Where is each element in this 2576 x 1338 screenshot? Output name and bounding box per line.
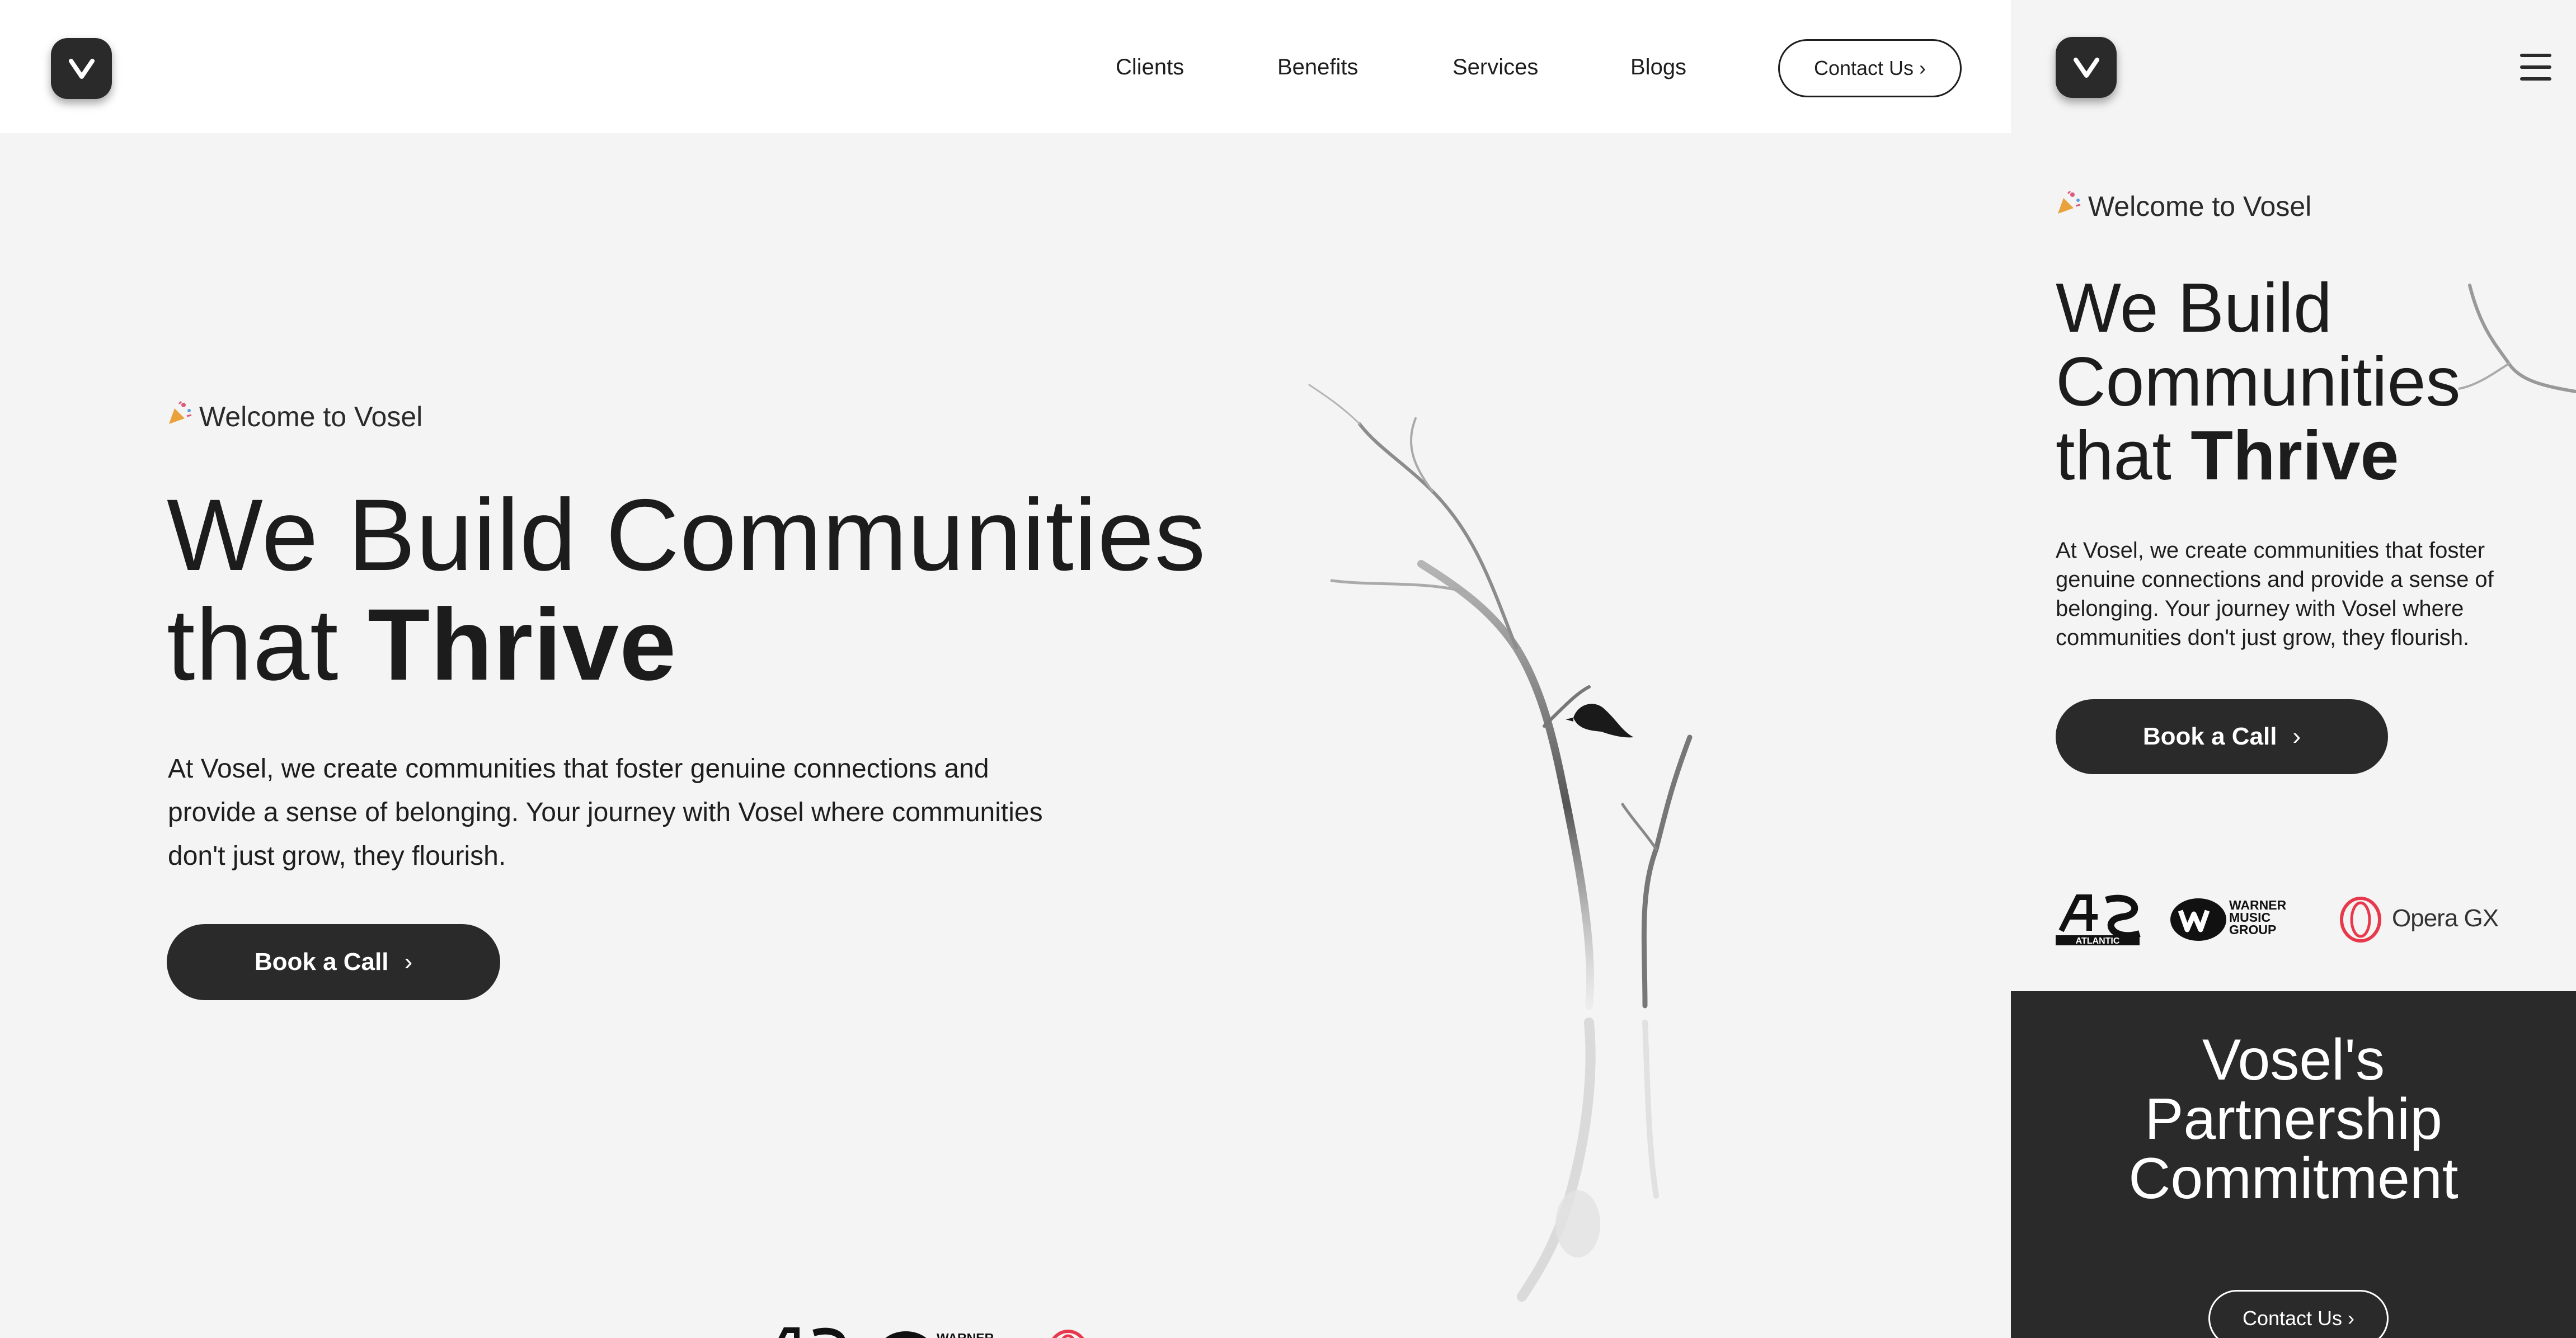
contact-us-label: Contact Us bbox=[2242, 1307, 2343, 1330]
headline-thrive: Thrive bbox=[2190, 417, 2399, 494]
client-logos: ATLANTIC WARNER MUSIC GROUP Opera GX bbox=[778, 1327, 1207, 1338]
hero-description-mobile: At Vosel, we create communities that fos… bbox=[2056, 538, 2494, 650]
chevron-right-icon: › bbox=[2348, 1307, 2355, 1330]
party-popper-icon bbox=[2056, 190, 2081, 223]
nav-link-blogs[interactable]: Blogs bbox=[1630, 55, 1686, 80]
atlantic-logo-text: ATLANTIC bbox=[2076, 936, 2120, 946]
chevron-right-icon: › bbox=[2292, 723, 2301, 750]
vosel-logo-mobile[interactable] bbox=[2056, 37, 2117, 98]
hero-headline: We Build Communities that Thrive bbox=[167, 480, 1206, 699]
headline-line-2: Communities bbox=[2056, 343, 2461, 421]
headline-line-1: We Build bbox=[2056, 270, 2332, 347]
client-logos-mobile: ATLANTIC WARNER MUSIC GROUP Opera GX bbox=[2056, 894, 2499, 946]
atlantic-logo: ATLANTIC bbox=[2056, 894, 2141, 946]
headline-that: that bbox=[2056, 417, 2171, 494]
hero-headline-mobile: We Build Communities that Thrive bbox=[2056, 271, 2461, 493]
branch-illustration bbox=[2459, 284, 2576, 393]
chevron-right-icon: › bbox=[1919, 56, 1926, 79]
atlantic-logo: ATLANTIC bbox=[778, 1327, 845, 1338]
warner-music-group-logo: WARNER MUSIC GROUP bbox=[2170, 898, 2287, 941]
warner-music-group-logo: WARNER MUSIC GROUP bbox=[885, 1331, 994, 1338]
headline-line-1: We Build Communities bbox=[167, 478, 1206, 592]
opera-gx-logo: Opera GX bbox=[2340, 897, 2499, 943]
v-logo-icon bbox=[2073, 57, 2099, 78]
contact-us-button-mobile[interactable]: Contact Us › bbox=[2208, 1290, 2389, 1338]
partnership-title-line-2: Partnership bbox=[2145, 1087, 2442, 1152]
book-a-call-label: Book a Call bbox=[254, 948, 389, 976]
hamburger-icon[interactable] bbox=[2520, 51, 2555, 83]
nav-link-clients[interactable]: Clients bbox=[1116, 55, 1184, 80]
book-a-call-button-mobile[interactable]: Book a Call › bbox=[2056, 699, 2388, 774]
v-logo-icon bbox=[68, 58, 95, 79]
nav-link-benefits[interactable]: Benefits bbox=[1277, 55, 1358, 80]
tree-bird-illustration bbox=[1308, 384, 1693, 1302]
nav-link-services[interactable]: Services bbox=[1452, 55, 1538, 80]
hero-section: Welcome to Vosel We Build Communities th… bbox=[0, 133, 2011, 1338]
mobile-view: Welcome to Vosel We Build Communities th… bbox=[2011, 0, 2576, 1338]
partnership-title-line-1: Vosel's bbox=[2202, 1028, 2385, 1092]
contact-us-label: Contact Us bbox=[1813, 56, 1914, 79]
desktop-view: Clients Benefits Services Blogs Contact … bbox=[0, 0, 2011, 1338]
headline-that: that bbox=[167, 587, 339, 701]
opera-gx-logo: Opera GX bbox=[1052, 1330, 1207, 1338]
welcome-text: Welcome to Vosel bbox=[199, 401, 423, 432]
party-popper-icon bbox=[167, 401, 192, 433]
hero-description: At Vosel, we create communities that fos… bbox=[168, 754, 1043, 871]
headline-thrive: Thrive bbox=[368, 587, 677, 701]
book-a-call-label: Book a Call bbox=[2142, 723, 2277, 750]
partnership-title-line-3: Commitment bbox=[2128, 1146, 2459, 1211]
book-a-call-button[interactable]: Book a Call › bbox=[167, 924, 500, 1000]
chevron-right-icon: › bbox=[404, 948, 413, 976]
contact-us-button[interactable]: Contact Us › bbox=[1778, 39, 1962, 97]
wmg-line-1: WARNER bbox=[937, 1331, 994, 1338]
vosel-logo[interactable] bbox=[51, 38, 112, 99]
partnership-section: Vosel's Partnership Commitment Contact U… bbox=[2011, 991, 2576, 1338]
welcome-tagline: Welcome to Vosel bbox=[167, 401, 422, 433]
wmg-line-3: GROUP bbox=[2229, 922, 2276, 937]
opera-gx-text: Opera GX bbox=[2392, 904, 2499, 932]
top-navigation: Clients Benefits Services Blogs Contact … bbox=[0, 0, 2011, 133]
partnership-title: Vosel's Partnership Commitment bbox=[2011, 1030, 2576, 1208]
welcome-text: Welcome to Vosel bbox=[2088, 191, 2312, 222]
welcome-tagline-mobile: Welcome to Vosel bbox=[2056, 190, 2311, 223]
